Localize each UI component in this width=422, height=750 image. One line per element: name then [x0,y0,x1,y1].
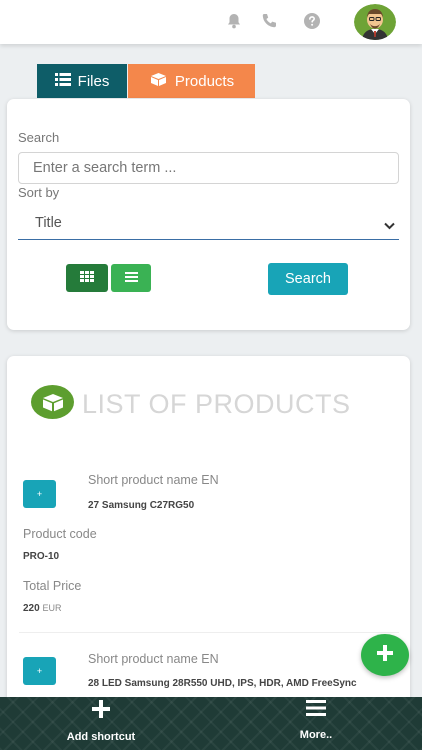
total-price-label: Total Price [23,579,82,593]
expand-button[interactable]: + [23,480,56,508]
list-view-button[interactable] [111,264,151,292]
add-shortcut-button[interactable]: Add shortcut [46,699,156,747]
box-icon [31,385,74,419]
search-input[interactable] [18,152,399,184]
divider [19,632,399,633]
sort-label: Sort by [18,185,60,200]
help-icon[interactable] [303,12,321,30]
price-amount: 220 [23,603,40,614]
sort-value: Title [35,215,62,231]
product-list-panel: LIST OF PRODUCTS + Short product name EN… [7,356,410,716]
product-name-label: Short product name EN [88,652,219,666]
product-code-label: Product code [23,527,97,541]
search-label: Search [18,130,60,145]
more-button[interactable]: More.. [261,699,371,747]
search-button[interactable]: Search [268,263,348,295]
tab-products[interactable]: Products [128,64,255,98]
product-name-value: 28 LED Samsung 28R550 UHD, IPS, HDR, AMD… [88,678,357,689]
top-bar [0,0,422,44]
tab-files[interactable]: Files [37,64,127,98]
product-code-value: PRO-10 [23,551,60,562]
plus-icon [91,699,111,724]
expand-button[interactable]: + [23,657,56,685]
add-product-button[interactable] [361,634,409,676]
search-panel: Search Sort by Title Search [7,99,410,330]
bars-icon [124,269,138,287]
total-price-value: 220 EUR [23,603,61,614]
avatar[interactable] [354,4,396,40]
menu-icon [306,699,326,722]
list-title: LIST OF PRODUCTS [82,389,351,419]
grid-view-button[interactable] [66,264,108,292]
price-unit: EUR [42,603,62,613]
more-label: More.. [299,729,333,741]
sort-select[interactable]: Title [18,207,399,240]
add-shortcut-label: Add shortcut [66,731,136,743]
grid-icon [80,269,94,287]
phone-icon[interactable] [260,12,278,30]
box-icon [149,72,168,90]
tab-files-label: Files [77,72,110,90]
product-name-value: 27 Samsung C27RG50 [88,500,195,511]
bell-icon[interactable] [225,12,243,30]
chevron-down-icon [384,218,395,234]
tab-products-label: Products [174,72,235,90]
plus-icon [376,644,394,667]
bottom-bar: Add shortcut More.. [0,697,422,750]
list-icon [54,72,71,90]
product-name-label: Short product name EN [88,473,219,487]
